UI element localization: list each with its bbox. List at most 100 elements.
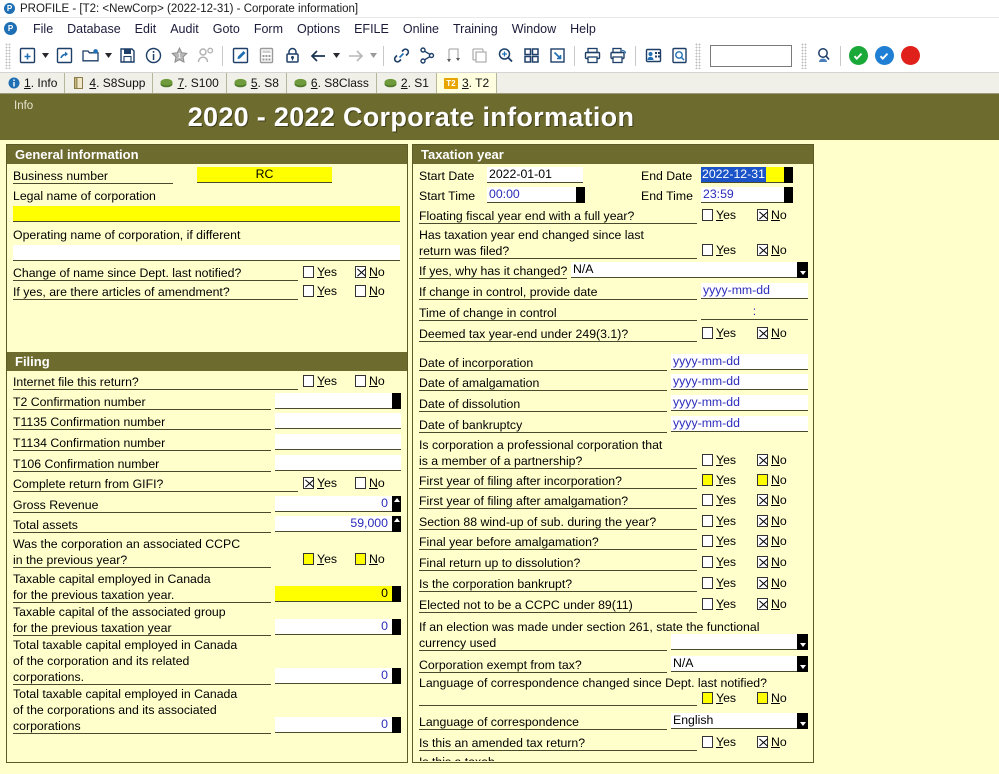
favorite-star-icon[interactable]: 1: [166, 43, 192, 69]
total-associated-field[interactable]: 0: [275, 717, 392, 733]
associated-ccpc-yes-group[interactable]: Yes: [303, 552, 337, 566]
date-amalgamation-field[interactable]: yyyy-mm-dd: [671, 374, 808, 390]
why-changed-dropdown[interactable]: N/A: [571, 262, 797, 278]
calculator-icon[interactable]: [253, 43, 279, 69]
carry-forward-icon[interactable]: [440, 43, 466, 69]
new-file-dropdown-caret[interactable]: [40, 43, 51, 69]
change-of-name-yes-group[interactable]: Yes: [303, 265, 337, 279]
tab-1-info[interactable]: 1. Info: [0, 73, 65, 93]
start-date-field[interactable]: 2022-01-01: [487, 167, 583, 183]
status-red-icon[interactable]: [897, 43, 923, 69]
final-return-no-checkbox[interactable]: [757, 556, 768, 568]
zoom-in-icon[interactable]: [492, 43, 518, 69]
taxable-capital-prev-field[interactable]: 0: [275, 586, 392, 602]
language-changed-no-checkbox[interactable]: [757, 692, 768, 704]
review-icon[interactable]: [666, 43, 692, 69]
start-time-field[interactable]: 00:00: [487, 187, 576, 203]
language-correspondence-dropdown[interactable]: English: [671, 713, 797, 729]
end-time-field[interactable]: 23:59: [701, 187, 784, 203]
deemed-no-group[interactable]: No: [757, 326, 787, 340]
section-88-yes-group[interactable]: Yes: [702, 514, 736, 528]
total-related-field[interactable]: 0: [275, 668, 392, 684]
bankrupt-no-group[interactable]: No: [757, 576, 787, 590]
language-changed-yes-checkbox[interactable]: [702, 692, 713, 704]
language-correspondence-dropdown-arrow-icon[interactable]: [797, 713, 808, 729]
bankrupt-yes-group[interactable]: Yes: [702, 576, 736, 590]
t2-confirmation-field[interactable]: [275, 393, 392, 409]
amended-no-group[interactable]: No: [757, 735, 787, 749]
elected-not-ccpc-yes-group[interactable]: Yes: [702, 597, 736, 611]
floating-no-group[interactable]: No: [757, 208, 787, 222]
year-end-changed-no-checkbox[interactable]: [757, 244, 768, 256]
total-associated-spinner[interactable]: [392, 717, 401, 733]
menu-efile[interactable]: EFILE: [347, 21, 396, 37]
elected-not-ccpc-no-group[interactable]: No: [757, 597, 787, 611]
forward-dropdown-caret[interactable]: [368, 43, 379, 69]
final-year-amalgamation-no-checkbox[interactable]: [757, 535, 768, 547]
minimize-window-icon[interactable]: [544, 43, 570, 69]
functional-currency-dropdown-arrow-icon[interactable]: [797, 634, 808, 650]
link-icon[interactable]: [388, 43, 414, 69]
menu-audit[interactable]: Audit: [163, 21, 206, 37]
year-end-changed-no-group[interactable]: No: [757, 243, 787, 257]
toolbar-grip[interactable]: [695, 43, 701, 69]
first-year-incorporation-no-checkbox[interactable]: [757, 474, 768, 486]
elected-not-ccpc-no-checkbox[interactable]: [757, 598, 768, 610]
first-year-incorporation-yes-checkbox[interactable]: [702, 474, 713, 486]
menu-edit[interactable]: Edit: [128, 21, 164, 37]
business-number-field[interactable]: RC: [197, 167, 332, 183]
articles-no-checkbox[interactable]: [355, 285, 366, 297]
tab-6-s8class[interactable]: 6. S8Class: [287, 73, 377, 93]
lock-icon[interactable]: [279, 43, 305, 69]
tab-5-s8[interactable]: 5. S8: [227, 73, 287, 93]
time-change-control-field[interactable]: :: [701, 304, 808, 320]
menu-help[interactable]: Help: [563, 21, 603, 37]
end-date-spinner[interactable]: [784, 167, 793, 183]
date-dissolution-field[interactable]: yyyy-mm-dd: [671, 395, 808, 411]
first-year-incorporation-no-group[interactable]: No: [757, 473, 787, 487]
forward-arrow-icon[interactable]: [342, 43, 368, 69]
change-of-name-no-checkbox[interactable]: [355, 266, 366, 278]
status-blue-check-icon[interactable]: [871, 43, 897, 69]
functional-currency-dropdown[interactable]: [671, 634, 797, 650]
section-88-no-group[interactable]: No: [757, 514, 787, 528]
taxable-capital-group-spinner[interactable]: [392, 619, 401, 635]
print-preview-icon[interactable]: [605, 43, 631, 69]
total-assets-field[interactable]: 59,000: [275, 516, 392, 532]
menu-form[interactable]: Form: [247, 21, 290, 37]
menu-options[interactable]: Options: [290, 21, 347, 37]
back-arrow-icon[interactable]: [305, 43, 331, 69]
section-88-yes-checkbox[interactable]: [702, 515, 713, 527]
year-end-changed-yes-checkbox[interactable]: [702, 244, 713, 256]
gifi-yes-group[interactable]: Yes: [303, 476, 337, 490]
associated-ccpc-no-checkbox[interactable]: [355, 553, 366, 565]
copy-icon[interactable]: [466, 43, 492, 69]
first-year-amalgamation-no-checkbox[interactable]: [757, 494, 768, 506]
floating-yes-checkbox[interactable]: [702, 209, 713, 221]
change-control-date-field[interactable]: yyyy-mm-dd: [701, 283, 808, 299]
end-date-field[interactable]: 2022-12-31: [701, 167, 784, 183]
toolbar-grip[interactable]: [801, 43, 807, 69]
professional-yes-group[interactable]: Yes: [702, 453, 736, 467]
bankrupt-yes-checkbox[interactable]: [702, 577, 713, 589]
connect-nodes-icon[interactable]: [414, 43, 440, 69]
total-assets-spinner[interactable]: [392, 516, 401, 532]
edit-form-icon[interactable]: [227, 43, 253, 69]
articles-no-group[interactable]: No: [355, 284, 385, 298]
deemed-no-checkbox[interactable]: [757, 327, 768, 339]
final-year-amalgamation-no-group[interactable]: No: [757, 534, 787, 548]
find-client-icon[interactable]: [810, 43, 836, 69]
t1135-confirmation-field[interactable]: [275, 413, 401, 429]
first-year-amalgamation-no-group[interactable]: No: [757, 493, 787, 507]
menu-training[interactable]: Training: [446, 21, 505, 37]
back-dropdown-caret[interactable]: [331, 43, 342, 69]
gifi-no-group[interactable]: No: [355, 476, 385, 490]
articles-yes-checkbox[interactable]: [303, 285, 314, 297]
associated-ccpc-no-group[interactable]: No: [355, 552, 385, 566]
change-of-name-yes-checkbox[interactable]: [303, 266, 314, 278]
legal-name-field[interactable]: [13, 206, 400, 222]
first-year-incorporation-yes-group[interactable]: Yes: [702, 473, 736, 487]
date-bankruptcy-field[interactable]: yyyy-mm-dd: [671, 416, 808, 432]
client-user-icon[interactable]: [192, 43, 218, 69]
tab-7-s100[interactable]: 7. S100: [153, 73, 226, 93]
